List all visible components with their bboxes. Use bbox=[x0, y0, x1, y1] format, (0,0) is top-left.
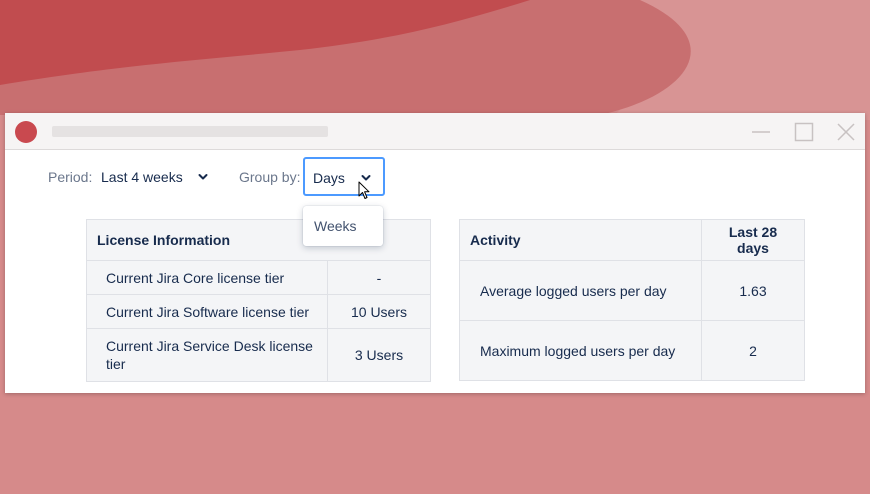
activity-header: Activity bbox=[459, 219, 702, 261]
app-icon bbox=[15, 121, 37, 143]
activity-table: Activity Last 28 days Average logged use… bbox=[459, 219, 805, 381]
groupby-option-weeks[interactable]: Weeks bbox=[314, 218, 357, 234]
maximize-icon[interactable] bbox=[794, 122, 814, 142]
groupby-label: Group by: bbox=[239, 169, 301, 185]
groupby-dropdown-menu: Weeks bbox=[303, 206, 383, 246]
table-row: Maximum logged users per day 2 bbox=[459, 320, 805, 381]
title-bar bbox=[5, 113, 865, 150]
app-window: Period: Last 4 weeks Group by: Days Week… bbox=[5, 113, 865, 393]
table-row: Current Jira Core license tier - bbox=[86, 260, 431, 295]
row-label: Current Jira Software license tier bbox=[86, 294, 328, 329]
row-value: 3 Users bbox=[327, 328, 431, 382]
row-value: 2 bbox=[701, 320, 805, 381]
row-value: - bbox=[327, 260, 431, 295]
period-label: Period: bbox=[48, 169, 93, 185]
period-select[interactable]: Last 4 weeks bbox=[101, 169, 183, 185]
table-row: Average logged users per day 1.63 bbox=[459, 260, 805, 321]
window-title-placeholder bbox=[52, 126, 328, 137]
period-header: Last 28 days bbox=[701, 219, 805, 261]
groupby-selected-value: Days bbox=[313, 170, 345, 186]
row-value: 1.63 bbox=[701, 260, 805, 321]
row-label: Current Jira Core license tier bbox=[86, 260, 328, 295]
table-row: Current Jira Service Desk license tier 3… bbox=[86, 328, 431, 382]
groupby-select[interactable]: Days bbox=[303, 157, 385, 196]
row-label: Average logged users per day bbox=[459, 260, 702, 321]
row-label: Current Jira Service Desk license tier bbox=[86, 328, 328, 382]
minimize-icon[interactable] bbox=[751, 122, 771, 142]
row-value: 10 Users bbox=[327, 294, 431, 329]
row-label: Maximum logged users per day bbox=[459, 320, 702, 381]
table-row: Current Jira Software license tier 10 Us… bbox=[86, 294, 431, 329]
cursor-icon bbox=[358, 181, 370, 199]
chevron-down-icon[interactable] bbox=[197, 171, 209, 183]
filter-toolbar: Period: Last 4 weeks Group by: Days bbox=[5, 150, 865, 210]
close-icon[interactable] bbox=[836, 122, 856, 142]
